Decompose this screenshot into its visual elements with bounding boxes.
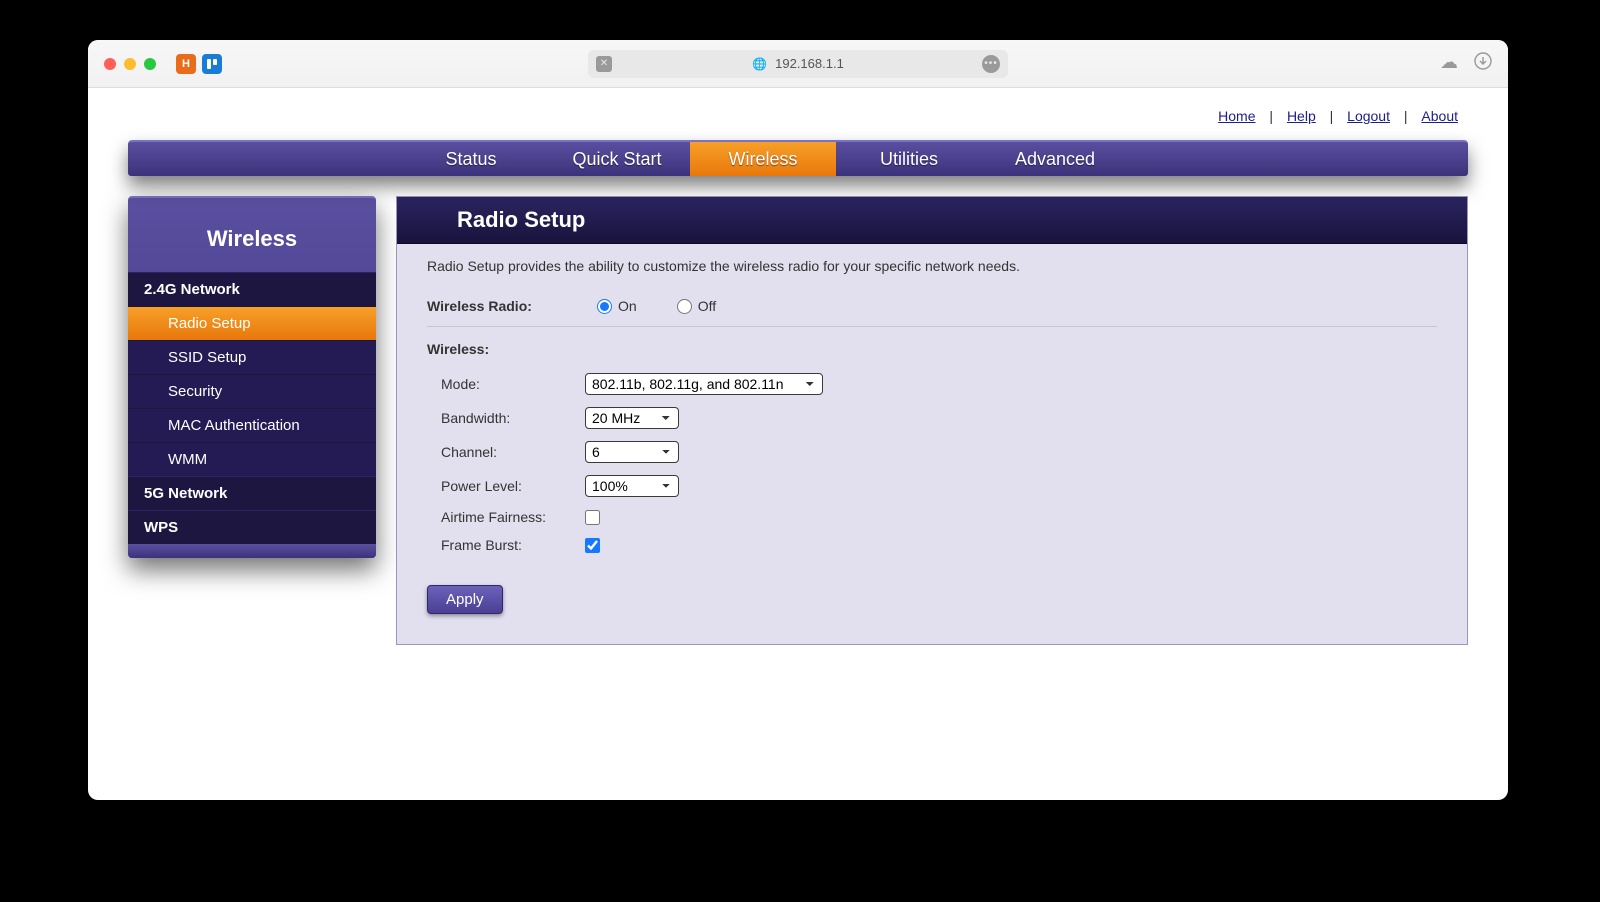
radio-off[interactable]: Off <box>677 298 716 314</box>
url-text: 192.168.1.1 <box>775 56 844 71</box>
top-link-bar: Home | Help | Logout | About <box>128 88 1468 140</box>
extension-icon-h[interactable]: H <box>176 54 196 74</box>
sidebar: Wireless 2.4G Network Radio Setup SSID S… <box>128 196 376 558</box>
label-mode: Mode: <box>427 376 585 392</box>
sidebar-group-wps[interactable]: WPS <box>128 510 376 544</box>
sidebar-item-wmm[interactable]: WMM <box>128 442 376 476</box>
label-wireless-radio: Wireless Radio: <box>427 298 597 314</box>
nav-utilities[interactable]: Utilities <box>836 142 982 176</box>
label-bandwidth: Bandwidth: <box>427 410 585 426</box>
label-channel: Channel: <box>427 444 585 460</box>
maximize-window-icon[interactable] <box>144 58 156 70</box>
select-channel[interactable]: 6 <box>585 441 679 463</box>
browser-toolbar: H ✕ 🌐 192.168.1.1 ••• ☁ <box>88 40 1508 88</box>
browser-window: H ✕ 🌐 192.168.1.1 ••• ☁ Home | Help | <box>88 40 1508 800</box>
link-help[interactable]: Help <box>1277 108 1326 124</box>
nav-quick-start[interactable]: Quick Start <box>544 142 690 176</box>
radio-off-input[interactable] <box>677 299 692 314</box>
link-about[interactable]: About <box>1411 108 1468 124</box>
nav-advanced[interactable]: Advanced <box>982 142 1128 176</box>
link-home[interactable]: Home <box>1208 108 1265 124</box>
panel-title: Radio Setup <box>397 197 1467 244</box>
radio-off-label: Off <box>698 298 716 314</box>
sidebar-item-mac-auth[interactable]: MAC Authentication <box>128 408 376 442</box>
apply-button[interactable]: Apply <box>427 585 503 614</box>
page-settings-icon[interactable]: ••• <box>982 55 1000 73</box>
label-power-level: Power Level: <box>427 478 585 494</box>
select-bandwidth[interactable]: 20 MHz <box>585 407 679 429</box>
radio-on-input[interactable] <box>597 299 612 314</box>
checkbox-frame-burst[interactable] <box>585 538 600 553</box>
stop-reload-icon[interactable]: ✕ <box>596 56 612 72</box>
link-logout[interactable]: Logout <box>1337 108 1400 124</box>
minimize-window-icon[interactable] <box>124 58 136 70</box>
sidebar-item-radio-setup[interactable]: Radio Setup <box>128 306 376 340</box>
radio-on[interactable]: On <box>597 298 637 314</box>
extension-icon-trello[interactable] <box>202 54 222 74</box>
panel-description: Radio Setup provides the ability to cust… <box>427 258 1437 274</box>
sidebar-item-security[interactable]: Security <box>128 374 376 408</box>
window-controls <box>104 58 156 70</box>
label-frame-burst: Frame Burst: <box>427 537 585 553</box>
sidebar-title: Wireless <box>128 198 376 272</box>
nav-status[interactable]: Status <box>398 142 544 176</box>
close-window-icon[interactable] <box>104 58 116 70</box>
sidebar-item-ssid-setup[interactable]: SSID Setup <box>128 340 376 374</box>
nav-wireless[interactable]: Wireless <box>690 142 836 176</box>
sidebar-group-24g[interactable]: 2.4G Network <box>128 272 376 306</box>
checkbox-airtime-fairness[interactable] <box>585 510 600 525</box>
address-bar[interactable]: ✕ 🌐 192.168.1.1 ••• <box>588 50 1008 78</box>
sidebar-group-5g[interactable]: 5G Network <box>128 476 376 510</box>
section-wireless: Wireless: <box>427 341 1437 357</box>
select-mode[interactable]: 802.11b, 802.11g, and 802.11n <box>585 373 823 395</box>
main-nav: Status Quick Start Wireless Utilities Ad… <box>128 140 1468 176</box>
downloads-icon[interactable] <box>1474 52 1492 75</box>
label-airtime-fairness: Airtime Fairness: <box>427 509 585 525</box>
radio-on-label: On <box>618 298 637 314</box>
main-panel: Radio Setup Radio Setup provides the abi… <box>396 196 1468 645</box>
select-power-level[interactable]: 100% <box>585 475 679 497</box>
globe-icon: 🌐 <box>752 57 767 71</box>
icloud-tabs-icon[interactable]: ☁ <box>1440 52 1458 75</box>
